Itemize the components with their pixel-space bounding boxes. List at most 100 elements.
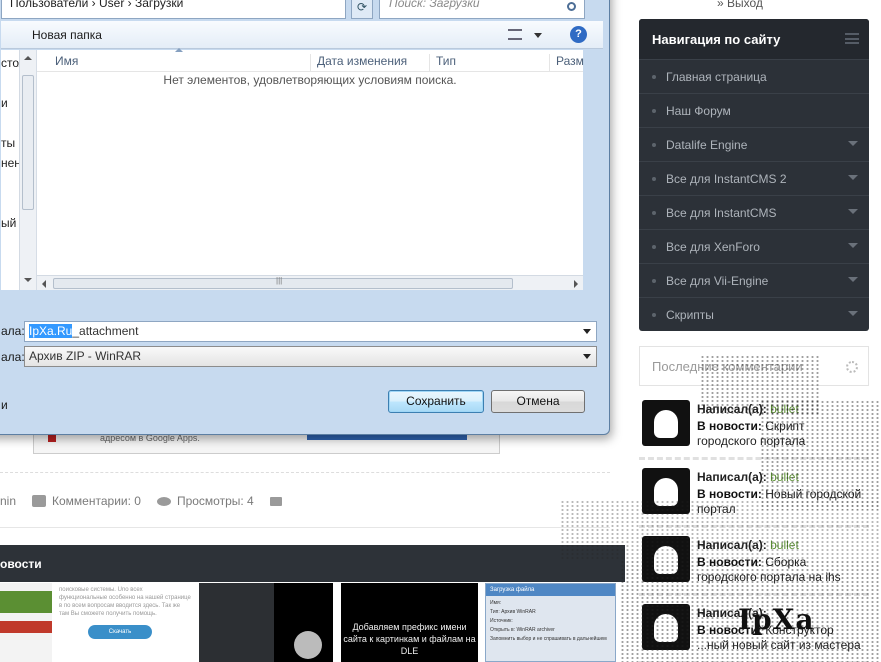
nav-item[interactable]: Все для XenForo [639, 229, 869, 263]
loading-icon [846, 361, 858, 373]
nav-item[interactable]: Наш Форум [639, 93, 869, 127]
avatar[interactable] [642, 400, 690, 446]
related-news-header: овости [0, 545, 625, 582]
site-navigation: Навигация по сайту Главная страница Наш Ф… [639, 19, 869, 331]
scroll-down-icon[interactable] [24, 278, 32, 282]
nav-item[interactable]: Все для Vii-Engine [639, 263, 869, 297]
chevron-down-icon[interactable] [848, 311, 858, 316]
search-placeholder: Поиск: Загрузки [389, 0, 480, 10]
comment-in-label: В новости: [697, 487, 762, 501]
filename-label: ала: [1, 324, 25, 338]
navigation-pane-item[interactable]: и [1, 96, 8, 110]
nav-item-label: Все для InstantCMS [666, 206, 777, 220]
new-folder-button[interactable]: Новая папка [32, 28, 102, 42]
nav-item[interactable]: Скрипты [639, 297, 869, 331]
horizontal-scrollbar[interactable] [37, 275, 583, 290]
logout-link[interactable]: » Выход [717, 0, 763, 10]
nav-item-label: Все для XenForo [666, 240, 760, 254]
refresh-button[interactable]: ⟳ [351, 0, 373, 19]
column-date-modified[interactable]: Дата изменения [310, 54, 407, 72]
nav-item-label: Скрипты [666, 308, 714, 322]
scroll-up-icon[interactable] [24, 56, 32, 60]
filetype-label: ала: [1, 350, 25, 364]
column-type[interactable]: Тип [429, 54, 456, 72]
navigation-pane-item[interactable]: ты [1, 136, 15, 150]
chevron-down-icon[interactable] [848, 141, 858, 146]
eye-icon [156, 496, 171, 506]
column-size[interactable]: Разм [549, 54, 584, 72]
news-thumbnail[interactable]: поисковые системы. Uno всех функциональн… [56, 583, 194, 662]
navigation-scrollbar[interactable] [19, 50, 36, 290]
nav-item[interactable]: Все для InstantCMS 2 [639, 161, 869, 195]
column-name[interactable]: Имя [49, 54, 78, 72]
news-thumbnail[interactable] [199, 583, 333, 662]
nav-item-label: Главная страница [666, 70, 767, 84]
chevron-down-icon[interactable] [583, 354, 591, 359]
refresh-icon: ⟳ [356, 0, 368, 14]
post-meta: nin Комментарии: 0 Просмотры: 4 [0, 494, 282, 508]
news-thumbnail[interactable]: Загрузка файла Имя: Тип: Архив WinRAR Исто… [485, 583, 616, 662]
site-navigation-header: Навигация по сайту [639, 19, 869, 59]
comments-count[interactable]: Комментарии: 0 [52, 494, 141, 508]
empty-message: Нет элементов, удовлетворяющих условиям … [163, 73, 457, 87]
filename-input[interactable]: IpXa.Ru_attachment [24, 321, 597, 342]
thumbnail-caption: Добавляем префикс имени сайта к картинка… [343, 622, 476, 656]
nav-item-label: Все для Vii-Engine [666, 274, 769, 288]
image-noise [560, 500, 881, 560]
chevron-down-icon[interactable] [848, 209, 858, 214]
cancel-button[interactable]: Отмена [491, 390, 585, 413]
sort-ascending-icon [175, 48, 183, 52]
nav-item[interactable]: Главная страница [639, 59, 869, 93]
dialog-toolbar: Новая папка ? [1, 21, 603, 49]
filename-selected-text: IpXa.Ru [29, 324, 73, 338]
chevron-down-icon[interactable] [848, 243, 858, 248]
news-thumbnail[interactable]: Добавляем префикс имени сайта к картинка… [341, 583, 478, 662]
view-options-icon[interactable] [508, 29, 522, 40]
save-button[interactable]: Сохранить [388, 390, 484, 413]
related-news-thumbnails: поисковые системы. Uno всех функциональн… [0, 583, 625, 662]
thumbnail-window-row: Открыть в: WinRAR archiver [490, 627, 555, 633]
site-navigation-title: Навигация по сайту [652, 32, 781, 47]
news-thumbnail[interactable] [0, 583, 52, 662]
watermark-logo: IpXa [738, 603, 815, 636]
search-input[interactable]: Поиск: Загрузки [379, 0, 585, 19]
menu-icon[interactable] [845, 33, 859, 44]
thumbnail-text: поисковые системы. Uno всех функциональн… [59, 587, 191, 617]
chevron-down-icon[interactable] [848, 175, 858, 180]
nav-item-label: Все для InstantCMS 2 [666, 172, 787, 186]
hide-folders-toggle[interactable]: и [1, 398, 8, 412]
thumbnail-window-title: Загрузка файла [486, 584, 615, 596]
divider [0, 527, 610, 528]
nav-item-label: Datalife Engine [666, 138, 748, 152]
address-path: Пользователи › User › Загрузки [10, 0, 184, 10]
filetype-select[interactable]: Архив ZIP - WinRAR [24, 346, 597, 367]
divider [0, 472, 610, 473]
thumbnail-window-rows: Имя: Тип: Архив WinRAR Источник: Открыть в:… [486, 596, 615, 647]
filename-text: _attachment [72, 324, 139, 338]
comment-in-label: В новости: [697, 419, 762, 433]
nav-item-label: Наш Форум [666, 104, 731, 118]
thumbnail-window-row: Имя: [490, 600, 502, 606]
comment-prefix: Написал(а): [697, 470, 767, 484]
scroll-right-icon[interactable] [574, 280, 578, 288]
nav-item[interactable]: Datalife Engine [639, 127, 869, 161]
scroll-left-icon[interactable] [42, 280, 46, 288]
scrollbar-thumb[interactable] [53, 276, 513, 289]
chevron-down-icon[interactable] [534, 33, 542, 38]
thumbnail-window-row: Источник: [490, 618, 513, 624]
thumbnail-window-row: Тип: Архив WinRAR [490, 609, 536, 615]
comments-icon [32, 495, 47, 507]
help-icon[interactable]: ? [570, 26, 587, 43]
address-bar[interactable]: Пользователи › User › Загрузки [1, 0, 346, 19]
related-news-title: овости [0, 557, 42, 571]
author-link[interactable]: nin [0, 494, 16, 508]
chevron-down-icon[interactable] [848, 277, 858, 282]
nav-item[interactable]: Все для InstantCMS [639, 195, 869, 229]
search-icon[interactable] [567, 2, 576, 11]
folder-icon [269, 496, 282, 506]
views-count: Просмотры: 4 [176, 494, 254, 508]
image-noise [760, 400, 881, 510]
chevron-down-icon[interactable] [583, 329, 591, 334]
upload-icon [294, 631, 322, 659]
scrollbar-thumb[interactable] [22, 75, 34, 210]
